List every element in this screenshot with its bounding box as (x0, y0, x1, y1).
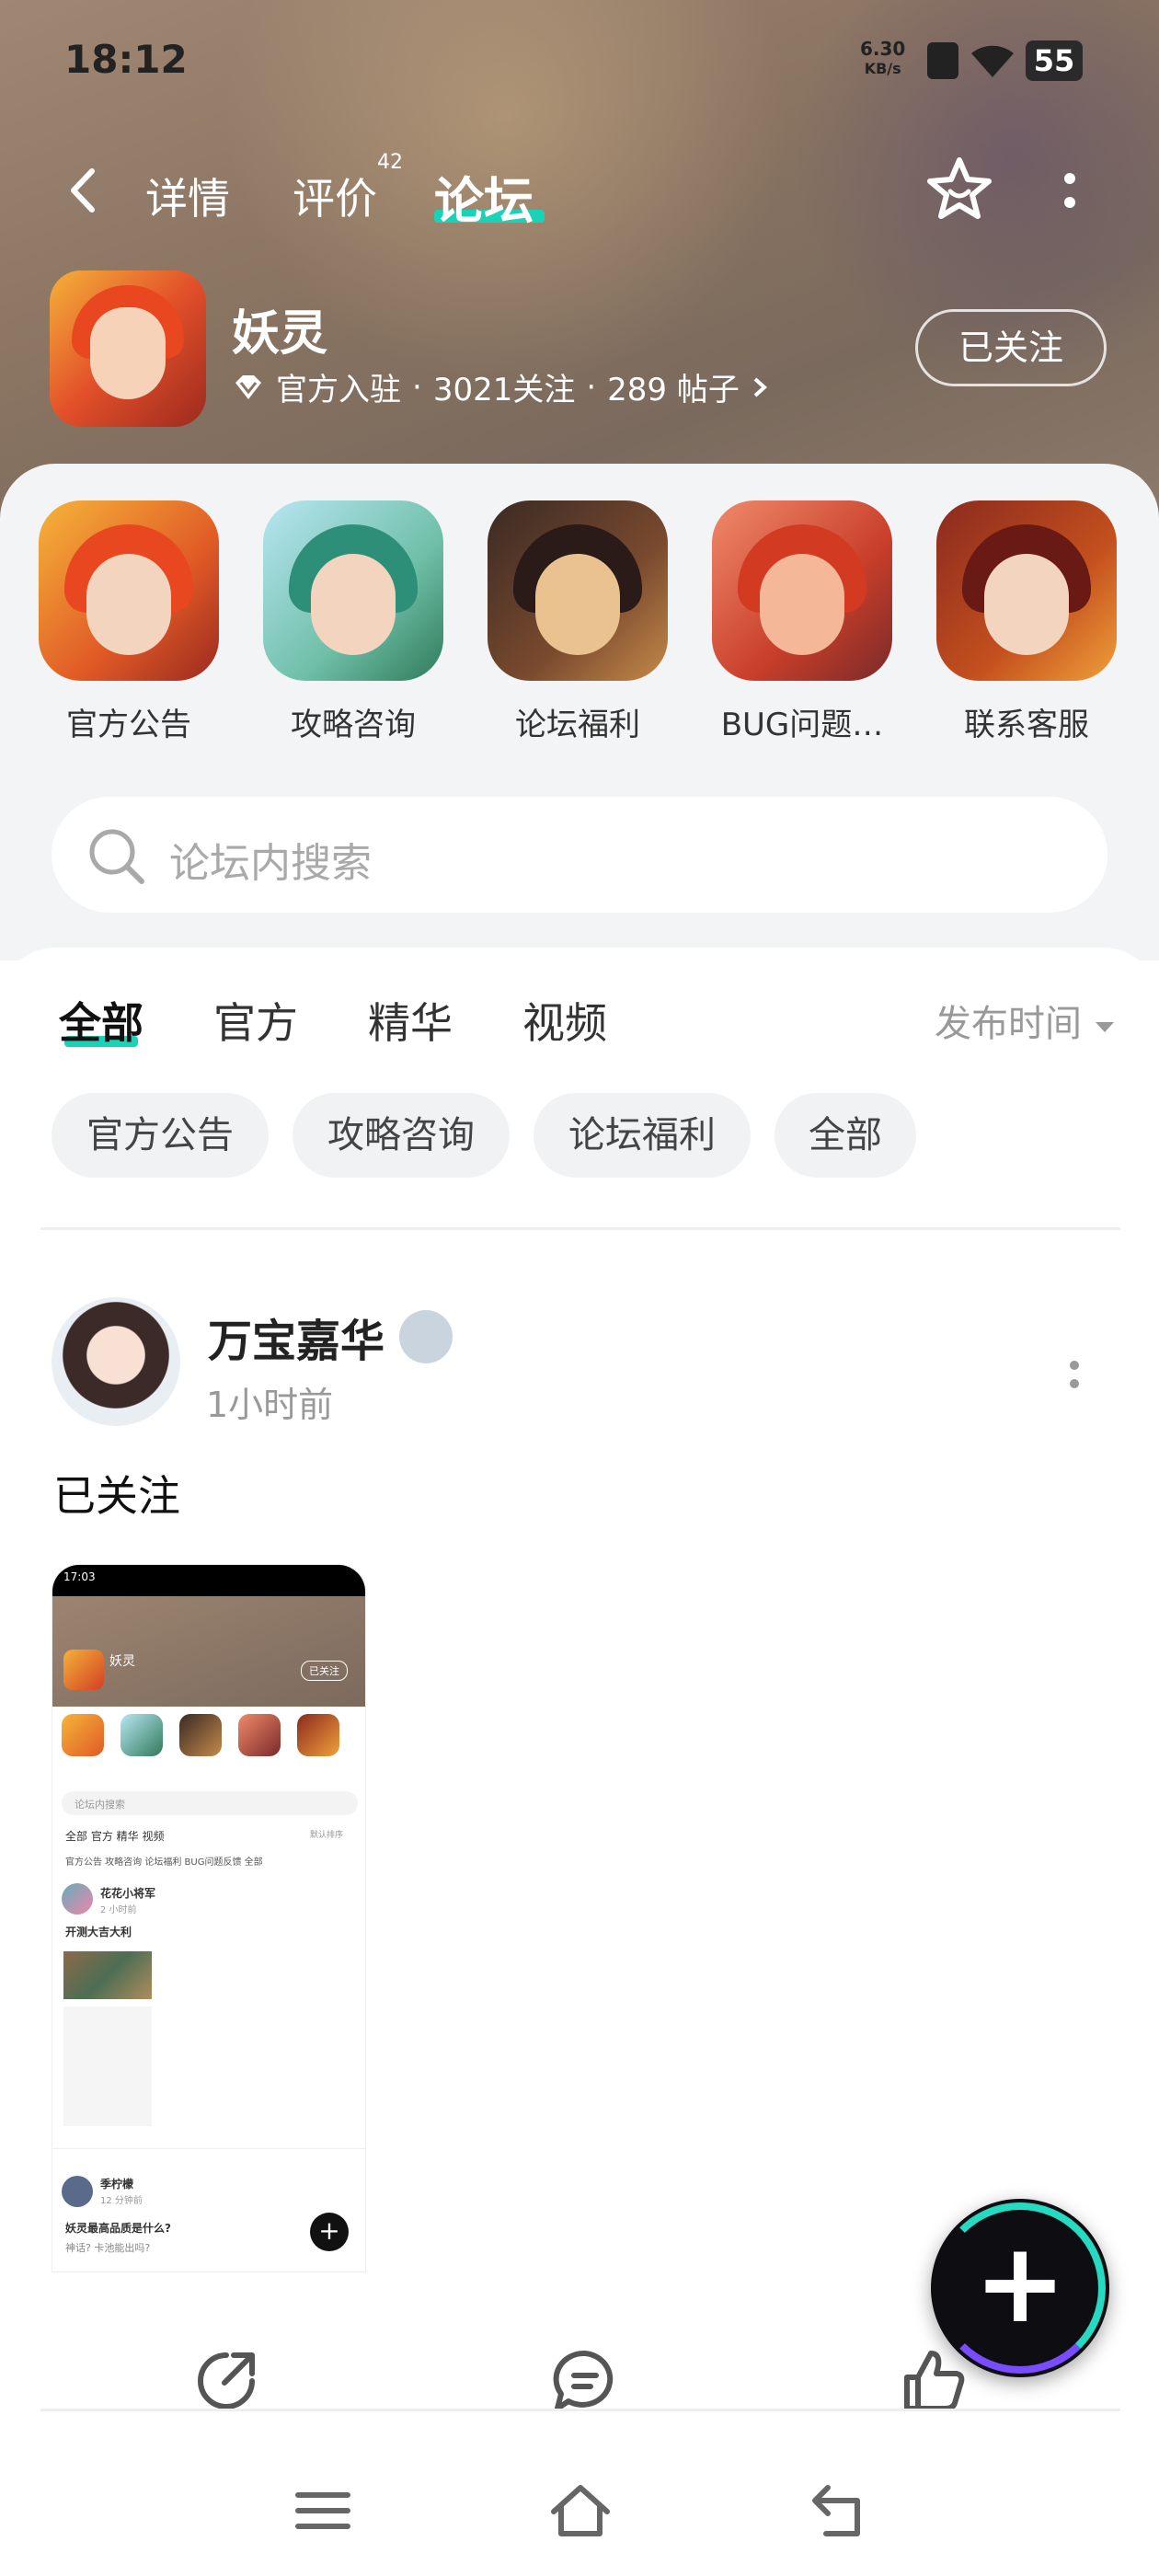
post-image-plus-icon: + (310, 2213, 349, 2251)
user-level-badge-icon (399, 1310, 453, 1363)
network-speed-value: 6.30 (860, 38, 906, 60)
category-label: 攻略咨询 (291, 707, 416, 743)
chip-strategy[interactable]: 攻略咨询 (293, 1093, 510, 1178)
post-image-thumb (63, 1951, 152, 1999)
post-image-game-name: 妖灵 (109, 1654, 135, 1669)
category-bug-report[interactable]: BUG问题… (710, 500, 894, 744)
caret-down-icon (1095, 1022, 1114, 1032)
network-speed-unit: KB/s (864, 60, 901, 77)
category-official-notice[interactable]: 官方公告 (37, 500, 221, 744)
post-author[interactable]: 万宝嘉华 (208, 1305, 384, 1369)
post-image-follow: 已关注 (301, 1661, 348, 1681)
network-speed: 6.30 KB/s (860, 39, 905, 79)
game-icon[interactable] (50, 270, 206, 427)
review-count-badge: 42 (377, 151, 403, 174)
category-support[interactable]: 联系客服 (935, 500, 1119, 744)
tab-forum[interactable]: 论坛 (434, 160, 534, 233)
sort-dropdown[interactable]: 发布时间 (935, 994, 1116, 1047)
category-image (712, 500, 892, 681)
category-label: BUG问题… (720, 707, 884, 743)
notification-icon (927, 42, 958, 79)
divider (40, 1227, 1120, 1230)
follow-button[interactable]: 已关注 (915, 309, 1107, 386)
share-icon[interactable] (189, 2344, 263, 2418)
post-image-game-icon (63, 1650, 104, 1690)
post-image-time-2: 12 分钟前 (100, 2196, 143, 2206)
chip-all[interactable]: 全部 (775, 1093, 916, 1178)
back-icon[interactable] (64, 167, 101, 213)
post-image-tabs: 全部 官方 精华 视频 (65, 1830, 165, 1843)
category-image (263, 500, 443, 681)
category-label: 联系客服 (964, 707, 1089, 743)
search-placeholder: 论坛内搜索 (169, 840, 372, 887)
follow-count: 3021关注 (432, 372, 576, 408)
status-time: 18:12 (64, 37, 188, 82)
feed-tab-all[interactable]: 全部 (59, 990, 143, 1051)
battery-icon: 55 (1026, 40, 1083, 81)
feed-tab-official[interactable]: 官方 (213, 990, 298, 1051)
menu-icon[interactable] (291, 2478, 355, 2543)
chip-official-notice[interactable]: 官方公告 (52, 1093, 269, 1178)
post-count[interactable]: 289 帖子 (607, 364, 740, 409)
game-name: 妖灵 (232, 306, 328, 362)
sort-label: 发布时间 (935, 1003, 1082, 1045)
game-meta: 官方入驻 · 3021关注 · 289 帖子 (232, 364, 769, 409)
game-info: 妖灵 官方入驻 · 3021关注 · 289 帖子 已关注 (0, 267, 1159, 432)
tab-reviews[interactable]: 评价 (293, 166, 377, 226)
post-image-avatar-2 (62, 2176, 93, 2207)
post-image-sort: 默认排序 (310, 1831, 344, 1840)
status-bar: 18:12 6.30 KB/s 55 (0, 0, 1159, 120)
back-nav-icon[interactable] (804, 2478, 868, 2543)
post-more-icon[interactable] (1065, 1352, 1084, 1398)
wifi-icon (971, 45, 1014, 77)
post-image-text-2: 妖灵最高品质是什么? (65, 2222, 171, 2235)
search-icon (89, 829, 144, 884)
top-nav: 详情 评价 42 论坛 (0, 147, 1159, 239)
plus-icon: + (973, 2220, 1067, 2348)
category-image (39, 500, 219, 681)
divider (40, 2409, 1120, 2411)
feed-tab-featured[interactable]: 精华 (368, 990, 453, 1051)
feed-tab-video[interactable]: 视频 (522, 990, 607, 1051)
home-icon[interactable] (548, 2478, 613, 2543)
post-image-statusbar: 17:03 (52, 1565, 365, 1596)
category-welfare[interactable]: 论坛福利 (486, 500, 670, 744)
create-post-button[interactable]: + (931, 2199, 1109, 2377)
category-image (936, 500, 1117, 681)
post-image-text-3: 神话? 卡池能出吗? (65, 2242, 151, 2254)
system-nav-bar (0, 2438, 1159, 2576)
chip-welfare[interactable]: 论坛福利 (534, 1093, 751, 1178)
post-time: 1小时前 (206, 1385, 334, 1425)
chevron-right-icon (753, 377, 767, 397)
category-panel: 官方公告 攻略咨询 论坛福利 BUG问题… 联系客服 论坛内搜索 (0, 464, 1159, 960)
post-image-chips: 官方公告 攻略咨询 论坛福利 BUG问题反馈 全部 (65, 1857, 263, 1868)
post-image-categories (62, 1714, 358, 1760)
category-strategy[interactable]: 攻略咨询 (261, 500, 445, 744)
official-label: 官方入驻 (276, 372, 401, 408)
post-text: 已关注 (53, 1471, 180, 1521)
avatar[interactable] (52, 1297, 180, 1426)
post-image-author-2: 季柠檬 (100, 2178, 134, 2191)
post-image[interactable]: 17:03 妖灵 已关注 论坛内搜索 全部 官方 精华 视频 默认排序 官方公告… (52, 1564, 366, 2272)
post-image-thumb-body (63, 2007, 152, 2126)
category-image (488, 500, 668, 681)
post-image-time: 2 小时前 (100, 1905, 137, 1915)
diamond-icon (235, 374, 261, 399)
post-image-search: 论坛内搜索 (62, 1791, 358, 1815)
tab-details[interactable]: 详情 (145, 166, 230, 226)
category-label: 官方公告 (66, 707, 191, 743)
post-image-author: 花花小将军 (100, 1887, 156, 1900)
more-options-icon[interactable] (1056, 164, 1084, 219)
category-label: 论坛福利 (515, 707, 640, 743)
comment-icon[interactable] (548, 2344, 622, 2418)
post-image-text: 开测大吉大利 (65, 1926, 132, 1938)
post-image-avatar (62, 1883, 93, 1915)
favorite-star-icon[interactable] (925, 155, 993, 223)
forum-search-input[interactable]: 论坛内搜索 (52, 797, 1107, 913)
